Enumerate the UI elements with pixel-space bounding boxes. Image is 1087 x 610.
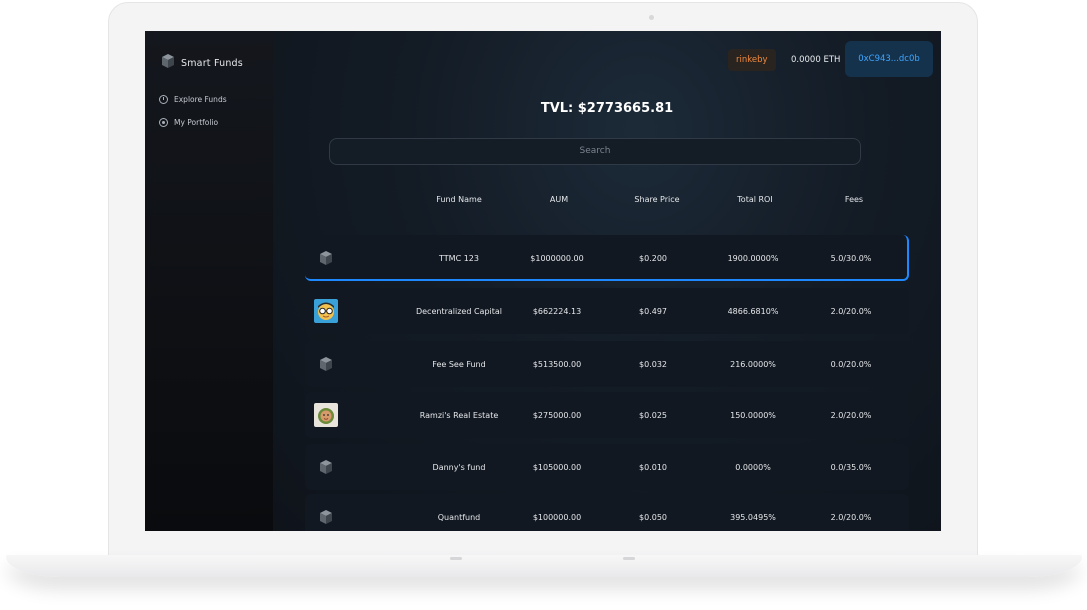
sidebar-item-explore-funds[interactable]: Explore Funds — [159, 95, 227, 104]
fund-fees: 2.0/20.0% — [830, 306, 872, 316]
fund-aum: $100000.00 — [532, 512, 582, 522]
fund-share-price: $0.200 — [639, 253, 667, 263]
fund-aum: $662224.13 — [532, 306, 582, 316]
table-row[interactable]: Fee See Fund $513500.00 $0.032 216.0000%… — [305, 341, 909, 387]
cube-icon — [161, 53, 175, 73]
fund-share-price: $0.025 — [639, 410, 667, 420]
cube-icon — [311, 444, 341, 490]
table-row[interactable]: TTMC 123 $1000000.00 $0.200 1900.0000% 5… — [305, 235, 909, 281]
cube-icon — [311, 235, 341, 281]
fund-share-price: $0.032 — [639, 359, 667, 369]
target-icon — [159, 118, 168, 127]
column-header-fees[interactable]: Fees — [804, 195, 904, 204]
base-notch — [623, 557, 635, 560]
main-content: rinkeby 0.0000 ETH 0xC943...dc0b TVL: $2… — [273, 31, 941, 531]
brand-name: Smart Funds — [181, 57, 243, 69]
search-input[interactable] — [329, 138, 861, 165]
brand[interactable]: Smart Funds — [161, 53, 243, 73]
table-row[interactable]: Danny's fund $105000.00 $0.010 0.0000% 0… — [305, 444, 909, 490]
fund-aum: $1000000.00 — [530, 253, 584, 263]
fund-aum: $275000.00 — [532, 410, 582, 420]
clock-icon — [159, 95, 168, 104]
fund-total-roi: 0.0000% — [735, 462, 771, 472]
fund-total-roi: 4866.6810% — [727, 306, 779, 316]
sidebar-item-label: My Portfolio — [174, 118, 219, 127]
fund-name: Quantfund — [437, 512, 481, 522]
column-header-aum[interactable]: AUM — [509, 195, 609, 204]
laptop-base — [6, 555, 1082, 577]
table-row[interactable]: Ramzi's Real Estate $275000.00 $0.025 15… — [305, 392, 909, 438]
sidebar: Smart Funds Explore Funds My Portfolio — [145, 31, 273, 531]
fund-total-roi: 150.0000% — [730, 410, 776, 420]
cube-icon — [311, 341, 341, 387]
fund-fees: 0.0/20.0% — [830, 359, 872, 369]
fund-total-roi: 216.0000% — [730, 359, 776, 369]
fund-name: Decentralized Capital — [415, 306, 503, 316]
fund-share-price: $0.497 — [639, 306, 667, 316]
fund-share-price: $0.010 — [639, 462, 667, 472]
cube-icon — [311, 494, 341, 531]
column-header-fund-name[interactable]: Fund Name — [409, 195, 509, 204]
wallet-address-button[interactable]: 0xC943...dc0b — [845, 41, 933, 77]
fund-fees: 2.0/20.0% — [830, 410, 872, 420]
network-badge: rinkeby — [728, 49, 776, 71]
table-header: Fund Name AUM Share Price Total ROI Fees — [273, 195, 941, 209]
avatar-face-icon — [311, 392, 341, 438]
sidebar-item-my-portfolio[interactable]: My Portfolio — [159, 118, 218, 127]
fund-name: Fee See Fund — [432, 359, 486, 369]
fund-name: Ramzi's Real Estate — [419, 410, 499, 420]
tvl-heading: TVL: $2773665.81 — [540, 101, 674, 116]
fund-fees: 0.0/35.0% — [830, 462, 872, 472]
fund-total-roi: 1900.0000% — [727, 253, 779, 263]
table-row[interactable]: Decentralized Capital $662224.13 $0.497 … — [305, 288, 909, 334]
column-header-total-roi[interactable]: Total ROI — [705, 195, 805, 204]
fund-share-price: $0.050 — [639, 512, 667, 522]
table-row[interactable]: Quantfund $100000.00 $0.050 395.0495% 2.… — [305, 494, 909, 531]
fund-fees: 5.0/30.0% — [830, 253, 872, 263]
fund-name: Danny's fund — [432, 462, 486, 472]
camera-dot — [649, 15, 654, 20]
fund-fees: 2.0/20.0% — [830, 512, 872, 522]
fund-total-roi: 395.0495% — [730, 512, 776, 522]
fund-aum: $105000.00 — [532, 462, 582, 472]
sidebar-item-label: Explore Funds — [174, 95, 227, 104]
base-notch — [450, 557, 462, 560]
fund-name: TTMC 123 — [439, 253, 479, 263]
avatar-glasses-icon — [311, 288, 341, 334]
column-header-share-price[interactable]: Share Price — [607, 195, 707, 204]
fund-aum: $513500.00 — [532, 359, 582, 369]
eth-balance: 0.0000 ETH — [791, 55, 841, 65]
app-screen: Smart Funds Explore Funds My Portfolio r… — [145, 31, 941, 531]
